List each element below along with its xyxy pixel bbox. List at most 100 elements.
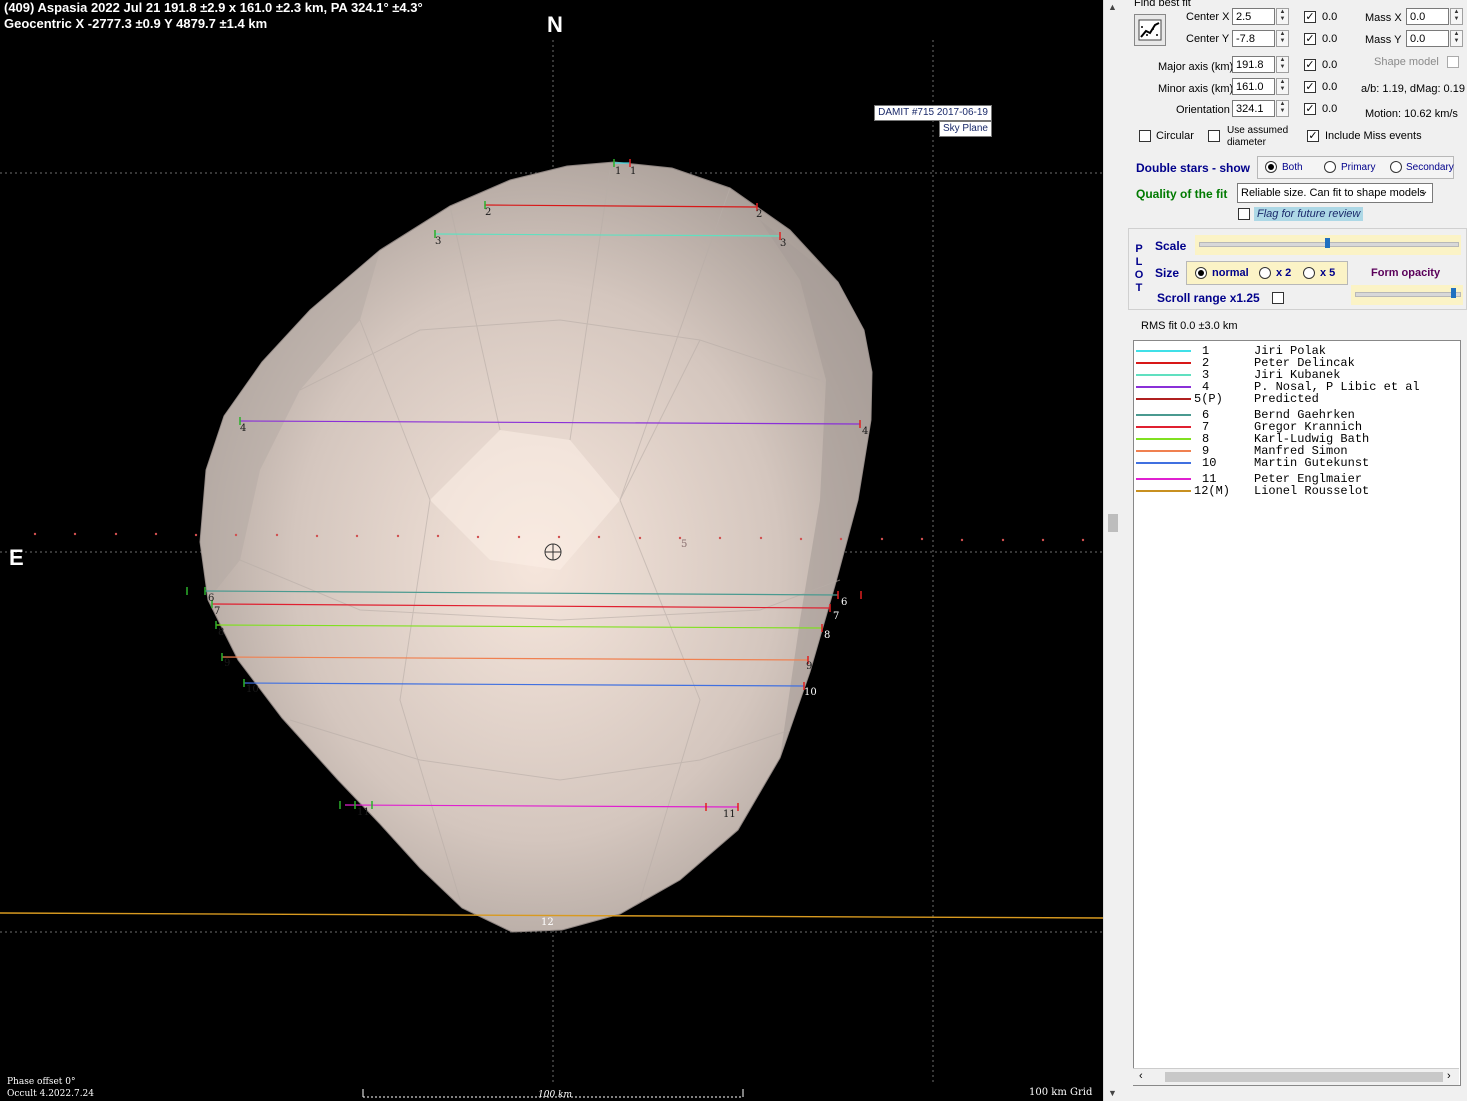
circular-checkbox[interactable] [1139,130,1151,142]
chord-label: 7 [214,606,220,617]
scale-slider-thumb[interactable] [1325,238,1330,248]
scroll-range-checkbox[interactable] [1272,292,1284,304]
orientation-checkbox[interactable]: ✓ [1304,103,1316,115]
size-x2-radio[interactable] [1259,267,1271,279]
east-label: E [9,545,24,570]
scroll-range-label: Scroll range x1.25 [1157,291,1260,305]
legend-row: 5(P) Predicted [1134,393,1454,405]
center-y-fit-value: 0.0 [1322,33,1338,45]
flag-review-checkbox[interactable] [1238,208,1250,220]
scroll-up-icon[interactable]: ▲ [1108,2,1117,12]
ds-secondary-radio[interactable] [1390,161,1402,173]
mass-x-spinner[interactable]: ▲ ▼ [1450,8,1463,25]
legend-name: Martin Gutekunst [1254,456,1370,470]
form-opacity-label: Form opacity [1371,267,1441,279]
damit-label-box: DAMIT #715 2017-06-19 Sky Plane [866,105,992,137]
chevron-down-icon: ⌄ [1420,186,1429,197]
chord-label: 9 [806,661,812,672]
scroll-left-icon[interactable]: ‹ [1139,1070,1143,1082]
vertical-scrollbar[interactable]: ▲ ▼ [1103,0,1126,1101]
ds-primary-label: Primary [1341,162,1376,173]
size-normal-label: normal [1212,267,1249,279]
legend-row: 12(M) Lionel Rousselot [1134,485,1454,497]
minor-axis-spinner[interactable]: ▲ ▼ [1276,78,1289,95]
chord-label: 4 [240,423,246,434]
size-x5-radio[interactable] [1303,267,1315,279]
center-y-label: Center Y [1186,33,1230,45]
center-y-checkbox[interactable]: ✓ [1304,33,1316,45]
center-y-input[interactable]: -7.8 [1232,30,1275,47]
chord-label: 2 [756,209,762,220]
legend-line [1136,478,1191,480]
shape-model-checkbox[interactable] [1447,56,1459,68]
scroll-thumb[interactable] [1108,514,1118,532]
mass-y-spinner[interactable]: ▲ ▼ [1450,30,1463,47]
opacity-slider-track [1355,292,1461,297]
orientation-input[interactable]: 324.1 [1232,100,1275,117]
use-assumed-checkbox[interactable] [1208,130,1220,142]
quality-select[interactable]: Reliable size. Can fit to shape models ⌄ [1237,183,1433,203]
minor-axis-input[interactable]: 161.0 [1232,78,1275,95]
chord-label: 10 [804,687,817,698]
form-opacity-slider[interactable] [1351,285,1463,305]
chord-label: 1 [630,166,636,177]
scroll-down-icon[interactable]: ▼ [1108,1088,1117,1098]
mass-x-input[interactable]: 0.0 [1406,8,1449,25]
sky-plane-plot[interactable]: 1 1 2 2 3 3 4 4 5 6 6 7 7 8 8 9 9 10 10 … [0,0,1103,1101]
include-miss-checkbox[interactable]: ✓ [1307,130,1319,142]
legend-index: 10 [1202,456,1217,470]
use-assumed-label-2: diameter [1227,137,1266,148]
major-axis-spinner[interactable]: ▲ ▼ [1276,56,1289,73]
minor-axis-label: Minor axis (km) [1158,83,1234,95]
observer-legend[interactable]: 1 Jiri Polak 2 Peter Delincak 3 Jiri Kubane… [1133,340,1461,1086]
ds-primary-radio[interactable] [1324,161,1336,173]
orientation-label: Orientation [1176,104,1230,116]
size-normal-radio[interactable] [1195,267,1207,279]
center-x-spinner[interactable]: ▲ ▼ [1276,8,1289,25]
chord-label: 9 [224,658,230,669]
scale-slider[interactable] [1195,235,1461,255]
mass-y-input[interactable]: 0.0 [1406,30,1449,47]
plot-letter: L [1135,256,1143,268]
sky-plane-label: Sky Plane [938,121,992,137]
double-stars-label: Double stars - show [1136,161,1251,175]
scroll-right-icon[interactable]: › [1447,1070,1451,1082]
chord-label: 8 [824,630,830,641]
control-panel: Find best fit Center X 2.5 ▲ ▼ ✓ 0.0 Mass… [1126,0,1467,1101]
plot-letter: P [1135,243,1143,255]
chord-label: 4 [862,426,868,437]
ds-secondary-label: Secondary [1406,162,1454,173]
hscroll-thumb[interactable] [1165,1072,1443,1082]
orientation-spinner[interactable]: ▲ ▼ [1276,100,1289,117]
legend-line [1136,438,1191,440]
center-x-checkbox[interactable]: ✓ [1304,11,1316,23]
major-axis-input[interactable]: 191.8 [1232,56,1275,73]
ds-both-radio[interactable] [1265,161,1277,173]
major-axis-label: Major axis (km) [1158,61,1234,73]
horizontal-scrollbar[interactable]: ‹ › [1133,1068,1459,1085]
chord-label: 6 [208,593,214,604]
north-label: N [547,12,563,37]
minor-axis-checkbox[interactable]: ✓ [1304,81,1316,93]
opacity-slider-thumb[interactable] [1451,288,1456,298]
center-y-spinner[interactable]: ▲ ▼ [1276,30,1289,47]
plot-letter: T [1135,282,1143,294]
major-axis-checkbox[interactable]: ✓ [1304,59,1316,71]
plot-settings-group: P L O T Scale Size normal x 2 x 5 Form o… [1128,228,1467,310]
chord-label: 10 [246,684,259,695]
legend-line [1136,462,1191,464]
ab-dmag-label: a/b: 1.19, dMag: 0.19 [1361,83,1465,95]
find-best-fit-button[interactable] [1134,14,1166,46]
size-x5-label: x 5 [1320,267,1336,279]
chord-label: 1 [615,166,621,177]
phase-offset: Phase offset 0° [7,1077,76,1087]
legend-line [1136,450,1191,452]
chord-label: 11 [357,807,370,818]
center-x-input[interactable]: 2.5 [1232,8,1275,25]
legend-index: 5(P) [1194,392,1223,406]
legend-name: Predicted [1254,392,1319,406]
plot-vertical-label: P L O T [1134,243,1144,295]
double-stars-options: Both Primary Secondary [1257,156,1454,179]
plot-canvas: 1 1 2 2 3 3 4 4 5 6 6 7 7 8 8 9 9 10 10 … [0,40,1103,1098]
legend-line [1136,374,1191,376]
